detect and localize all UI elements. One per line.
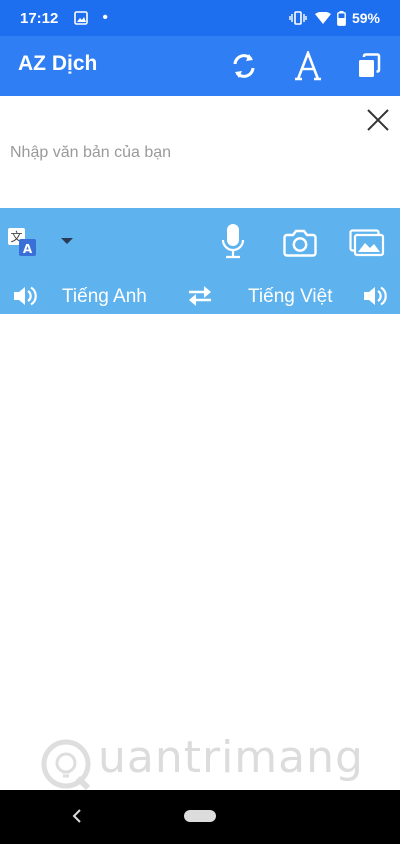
swap-icon <box>189 286 211 306</box>
target-language-selector[interactable]: Tiếng Việt <box>248 286 333 308</box>
refresh-button[interactable] <box>227 49 261 83</box>
copy-button[interactable] <box>352 49 386 83</box>
copy-icon <box>359 53 381 77</box>
back-button[interactable] <box>66 802 88 830</box>
image-icon <box>74 11 89 25</box>
vibrate-icon <box>289 11 307 25</box>
clear-button[interactable] <box>364 106 392 134</box>
lightbulb-icon <box>41 739 91 791</box>
svg-text:A: A <box>23 242 33 256</box>
tool-panel: 文 A Tiếng Anh Tiếng Việt <box>0 208 400 314</box>
dropdown-icon <box>61 238 73 244</box>
watermark-logo <box>38 738 94 795</box>
microphone-button[interactable] <box>218 222 248 262</box>
battery-percent: 59% <box>351 10 380 26</box>
refresh-icon <box>233 54 255 78</box>
engine-dropdown-button[interactable] <box>58 234 76 248</box>
font-icon <box>295 51 321 81</box>
app-title: AZ Dịch <box>18 52 98 75</box>
wifi-icon <box>314 12 331 24</box>
back-icon <box>72 809 81 823</box>
gallery-icon <box>349 229 385 257</box>
speak-target-button[interactable] <box>362 284 388 308</box>
home-pill-button[interactable] <box>184 810 216 822</box>
swap-languages-button[interactable] <box>186 284 214 308</box>
speak-source-button[interactable] <box>12 284 38 308</box>
input-area[interactable]: Nhập văn bản của bạn <box>0 96 400 208</box>
status-bar: 17:12 • 59% <box>0 0 400 36</box>
watermark-text: uantrimang <box>98 732 364 783</box>
source-text-input[interactable]: Nhập văn bản của bạn <box>10 144 171 162</box>
battery-icon <box>337 10 346 26</box>
speaker-icon <box>364 286 387 306</box>
status-left: 17:12 • <box>20 9 108 27</box>
translate-mode-button[interactable]: 文 A <box>8 228 36 256</box>
status-right: 59% <box>289 10 380 26</box>
font-button[interactable] <box>291 49 325 83</box>
microphone-icon <box>221 224 245 259</box>
notification-dot: • <box>102 9 108 26</box>
app-bar: AZ Dịch <box>0 36 400 96</box>
status-time: 17:12 <box>20 9 59 27</box>
navigation-bar <box>0 790 400 844</box>
translate-icon: 文 A <box>8 228 36 256</box>
gallery-button[interactable] <box>348 228 386 258</box>
camera-icon <box>283 229 317 257</box>
close-icon <box>367 109 389 131</box>
translation-result-area <box>0 314 400 790</box>
speaker-icon <box>14 286 37 306</box>
camera-button[interactable] <box>282 228 318 258</box>
source-language-selector[interactable]: Tiếng Anh <box>62 286 147 308</box>
